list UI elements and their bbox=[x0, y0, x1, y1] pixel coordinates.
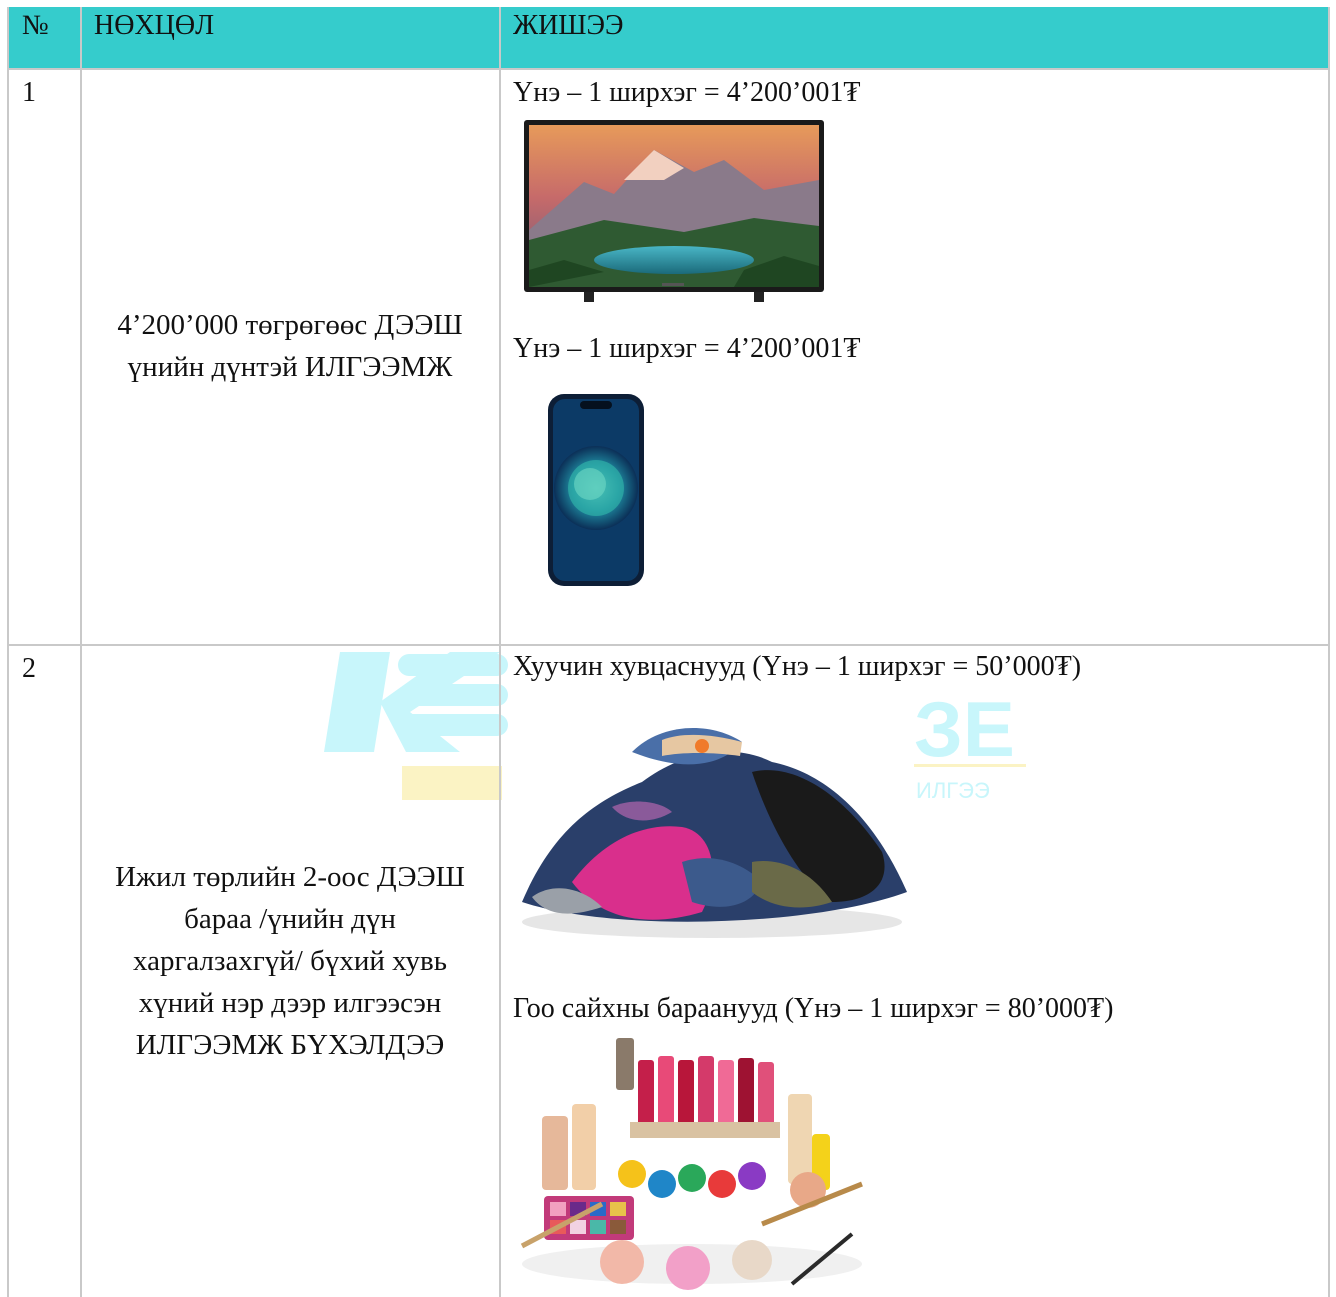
row-2-example-2-caption: Гоо сайхны бараанууд (Үнэ – 1 ширхэг = 8… bbox=[513, 993, 1114, 1024]
used-clothes-image bbox=[522, 728, 907, 938]
row-2-condition-line-1: Ижил төрлийн 2-оос ДЭЭШ bbox=[115, 861, 465, 893]
row-2-condition-line-3: харгалзахгүй/ бүхий хувь bbox=[133, 945, 447, 977]
row-2-condition-line-5: ИЛГЭЭМЖ БҮХЭЛДЭЭ bbox=[135, 1029, 445, 1061]
row-1-number: 1 bbox=[22, 77, 36, 108]
row-1-example-2-caption: Үнэ – 1 ширхэг = 4’200’001₮ bbox=[513, 333, 861, 364]
header-example: ЖИШЭЭ bbox=[513, 10, 624, 41]
row-1-example-1-caption: Үнэ – 1 ширхэг = 4’200’001₮ bbox=[513, 77, 861, 108]
svg-text:ЗЕ: ЗЕ bbox=[914, 685, 1015, 773]
row-1-condition: 4’200’000 төгрөгөөс ДЭЭШ үнийн дүнтэй ИЛ… bbox=[82, 304, 498, 388]
column-border-left bbox=[7, 7, 9, 1297]
svg-text:ИЛГЭЭ: ИЛГЭЭ bbox=[916, 778, 990, 803]
column-divider-2 bbox=[499, 7, 501, 1297]
row-1-condition-line-2: үнийн дүнтэй ИЛГЭЭМЖ bbox=[127, 351, 453, 383]
row-2-number: 2 bbox=[22, 653, 36, 684]
television-image bbox=[524, 120, 824, 302]
row-2-example-1-caption: Хуучин хувцаснууд (Үнэ – 1 ширхэг = 50’0… bbox=[513, 651, 1082, 682]
shipping-conditions-table: № НӨХЦӨЛ ЖИШЭЭ ЗЕ ИЛГЭЭ 1 4’200’000 төгр… bbox=[0, 0, 1336, 1297]
row-divider-1 bbox=[7, 644, 1329, 646]
row-1-condition-line-1: 4’200’000 төгрөгөөс ДЭЭШ bbox=[117, 309, 463, 341]
cosmetics-image bbox=[520, 1038, 863, 1290]
smartphone-image bbox=[548, 394, 644, 586]
row-2-condition-line-4: хүний нэр дээр илгээсэн bbox=[138, 987, 442, 1019]
row-2-condition: Ижил төрлийн 2-оос ДЭЭШ бараа /үнийн дүн… bbox=[82, 856, 498, 1066]
header-number: № bbox=[22, 10, 49, 41]
column-border-right bbox=[1328, 7, 1330, 1297]
header-condition: НӨХЦӨЛ bbox=[94, 10, 215, 41]
column-divider-1 bbox=[80, 7, 82, 1297]
row-2-condition-line-2: бараа /үнийн дүн bbox=[184, 903, 396, 935]
row-divider-header bbox=[7, 68, 1329, 70]
